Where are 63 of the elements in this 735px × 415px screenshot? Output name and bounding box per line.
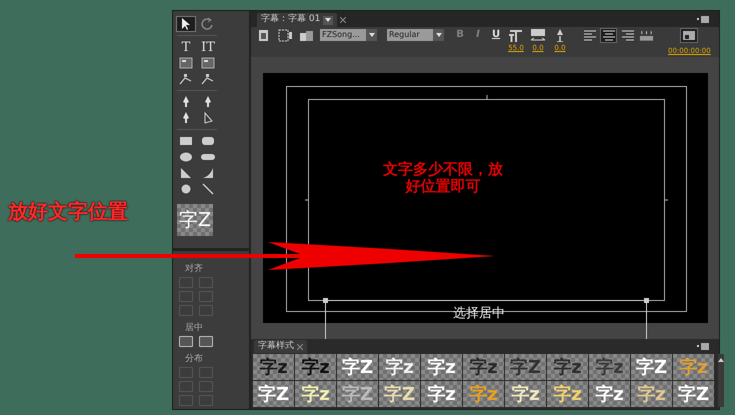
ellipse-icon[interactable] <box>178 150 194 164</box>
align-button[interactable] <box>199 336 213 347</box>
style-swatch[interactable]: 字Z <box>337 354 378 380</box>
section-label: 对齐 <box>185 265 204 274</box>
panel-menu-icon[interactable] <box>697 16 709 23</box>
rectangle-icon[interactable] <box>178 134 194 148</box>
style-swatch[interactable]: 字z <box>295 354 336 380</box>
align-center-button[interactable] <box>601 29 616 42</box>
background-video-button[interactable] <box>681 29 698 42</box>
section-label: 居中 <box>185 324 204 333</box>
triangle-icon[interactable] <box>178 166 194 180</box>
style-swatch[interactable]: 字Z <box>631 354 672 380</box>
style-swatch[interactable]: 字Z <box>379 381 420 407</box>
align-right-button[interactable] <box>620 29 635 42</box>
style-swatch[interactable]: 字z <box>421 381 462 407</box>
caret-icon[interactable] <box>368 33 374 37</box>
style-swatch[interactable]: 字z <box>421 354 462 380</box>
type-tool[interactable]: IT <box>201 40 215 54</box>
canvas-note: 文字多少不限，放 好位置即可 <box>382 161 504 195</box>
style-swatch[interactable]: 字z <box>463 354 504 380</box>
style-swatch[interactable]: 字z <box>589 354 630 380</box>
style-swatch[interactable]: 字z <box>589 381 630 407</box>
scroll-up-icon[interactable] <box>718 358 724 362</box>
section-label: 分布 <box>185 355 204 364</box>
type-tool[interactable]: T <box>182 40 190 54</box>
path-text-icon[interactable] <box>178 72 194 86</box>
style-swatch[interactable]: 字z <box>547 354 588 380</box>
panel-menu-icon[interactable] <box>697 343 709 350</box>
line-icon[interactable] <box>200 182 216 196</box>
tab-label: 字幕样式 <box>258 340 294 353</box>
tab-stops-button[interactable] <box>639 29 654 42</box>
align-button[interactable] <box>179 336 193 347</box>
text-box-icon[interactable] <box>200 56 216 70</box>
roll-options-icon[interactable] <box>278 29 293 42</box>
styles-panel-tab[interactable]: 字幕样式 <box>254 340 307 353</box>
style-swatch[interactable]: 字z <box>295 381 336 407</box>
style-swatch[interactable]: 字z <box>631 381 672 407</box>
style-swatch[interactable]: 字Z <box>337 381 378 407</box>
kerning-icon[interactable] <box>530 29 546 42</box>
style-swatch[interactable]: 字Z <box>253 381 294 407</box>
font-style-dropdown[interactable]: Regular <box>387 29 433 41</box>
panel-tab[interactable]: 字幕：字幕 01 <box>257 13 338 27</box>
close-icon[interactable] <box>340 17 346 23</box>
font-family-dropdown[interactable]: FZSong... <box>320 29 366 41</box>
text-box-icon[interactable] <box>178 56 194 70</box>
font-size-icon[interactable] <box>508 29 524 42</box>
style-swatch[interactable]: 字z <box>547 381 588 407</box>
templates-icon[interactable] <box>299 29 314 42</box>
style-swatch[interactable]: 字Z <box>673 381 714 407</box>
path-text-icon[interactable] <box>200 72 216 86</box>
close-icon[interactable] <box>297 344 303 350</box>
style-preview: 字Z <box>177 204 213 236</box>
format-button[interactable]: U <box>490 29 502 55</box>
tab-label: 字幕：字幕 01 <box>261 13 320 26</box>
rounded-rectangle-icon[interactable] <box>200 134 216 148</box>
caret-icon[interactable] <box>436 33 442 37</box>
style-swatch[interactable]: 字z <box>505 381 546 407</box>
style-swatch[interactable]: 字z <box>253 354 294 380</box>
annotation-label: 放好文字位置 <box>8 198 128 225</box>
align-left-button[interactable] <box>582 29 597 42</box>
style-swatch[interactable]: 字Z <box>505 354 546 380</box>
style-swatch[interactable]: 字z <box>379 354 420 380</box>
caret-icon[interactable] <box>325 18 332 22</box>
